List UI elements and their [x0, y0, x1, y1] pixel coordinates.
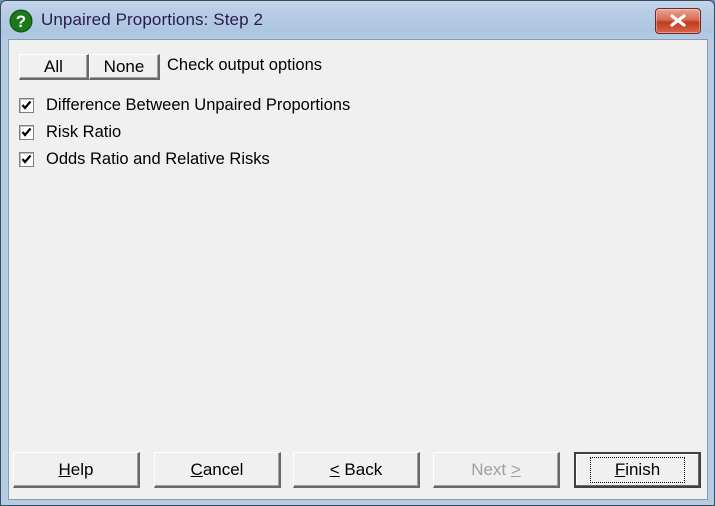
checkbox[interactable]	[19, 97, 34, 113]
label-rest: Back	[339, 459, 383, 479]
finish-label: Finish	[589, 457, 686, 483]
accelerator-key: <	[329, 459, 340, 479]
finish-button[interactable]: Finish	[574, 452, 701, 488]
option-odds-ratio-and-relative-risks[interactable]: Odds Ratio and Relative Risks	[19, 148, 270, 170]
checkmark-icon	[21, 154, 32, 164]
help-question-icon: ?	[9, 9, 33, 33]
option-risk-ratio[interactable]: Risk Ratio	[19, 121, 121, 143]
select-all-label: All	[44, 56, 63, 76]
checkbox[interactable]	[19, 124, 34, 140]
checkmark-icon	[21, 100, 32, 110]
option-label: Odds Ratio and Relative Risks	[46, 149, 270, 168]
next-button[interactable]: Next >	[433, 452, 560, 488]
instruction-label: Check output options	[167, 56, 323, 74]
accelerator-key: >	[510, 459, 521, 479]
option-difference-between-unpaired-proportions[interactable]: Difference Between Unpaired Proportions	[19, 94, 350, 116]
cancel-button[interactable]: Cancel	[154, 452, 281, 488]
label-rest: inish	[625, 460, 661, 479]
dialog-client-area: All None Check output options Difference…	[8, 39, 708, 500]
select-none-label: None	[103, 56, 145, 76]
cancel-label: Cancel	[191, 460, 244, 480]
accelerator-key: C	[190, 459, 203, 479]
label-rest: ancel	[202, 459, 244, 479]
back-button[interactable]: < Back	[293, 452, 420, 488]
next-label: Next >	[471, 460, 521, 480]
close-button[interactable]	[655, 8, 701, 34]
back-label: < Back	[330, 460, 382, 480]
option-label: Risk Ratio	[46, 122, 122, 141]
help-label: Help	[59, 460, 94, 480]
option-label: Difference Between Unpaired Proportions	[46, 95, 351, 114]
dialog-window: ? Unpaired Proportions: Step 2 All None …	[0, 0, 715, 506]
svg-text:?: ?	[16, 12, 26, 31]
label-rest: elp	[70, 459, 94, 479]
checkbox[interactable]	[19, 151, 34, 167]
label-prefix: Next	[471, 459, 511, 479]
accelerator-key: F	[614, 460, 626, 479]
select-none-button[interactable]: None	[89, 54, 160, 80]
help-button[interactable]: Help	[13, 452, 140, 488]
select-all-button[interactable]: All	[19, 54, 89, 80]
window-title: Unpaired Proportions: Step 2	[41, 10, 264, 29]
checkmark-icon	[21, 127, 32, 137]
accelerator-key: H	[58, 459, 71, 479]
title-bar[interactable]: ? Unpaired Proportions: Step 2	[1, 1, 714, 39]
close-icon	[670, 14, 686, 27]
